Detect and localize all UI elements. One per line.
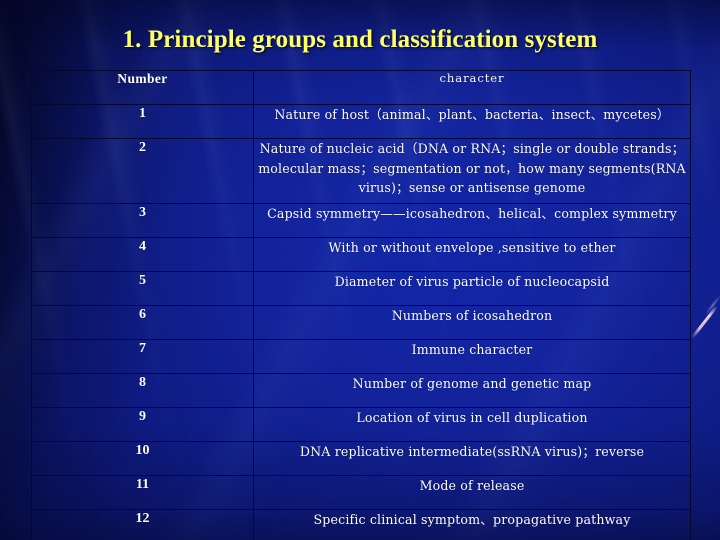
row-number-cell: 2 xyxy=(31,138,254,204)
table-row: 5 Diameter of virus particle of nucleocap… xyxy=(31,271,691,306)
table-row: 3 Capsid symmetry——icosahedron、helical、co… xyxy=(31,203,691,238)
table-row: 7 Immune character xyxy=(31,339,691,374)
table-row: 2 Nature of nucleic acid（DNA or RNA；singl… xyxy=(31,138,691,204)
table-header-row: Number character xyxy=(31,70,691,105)
row-number-cell: 3 xyxy=(31,203,254,238)
presentation-slide: 1. Principle groups and classification s… xyxy=(0,0,720,540)
row-number-cell: 6 xyxy=(31,305,254,340)
row-character-cell: DNA replicative intermediate(ssRNA virus… xyxy=(253,441,691,476)
row-character-cell: Diameter of virus particle of nucleocaps… xyxy=(253,271,691,306)
row-character-cell: Nature of host（animal、plant、bacteria、ins… xyxy=(253,104,691,139)
row-character-cell: Specific clinical symptom、propagative pa… xyxy=(253,509,691,540)
row-character-cell: Location of virus in cell duplication xyxy=(253,407,691,442)
row-number-cell: 12 xyxy=(31,509,254,540)
row-character-cell: With or without envelope ,sensitive to e… xyxy=(253,237,691,272)
row-character-cell: Capsid symmetry——icosahedron、helical、com… xyxy=(253,203,691,238)
row-character-cell: Numbers of icosahedron xyxy=(253,305,691,340)
row-number-cell: 11 xyxy=(31,475,254,510)
table-row: 11 Mode of release xyxy=(31,475,691,510)
row-character-cell: Mode of release xyxy=(253,475,691,510)
row-number-cell: 7 xyxy=(31,339,254,374)
row-number-cell: 4 xyxy=(31,237,254,272)
column-header-character: character xyxy=(253,70,691,105)
row-character-cell: Nature of nucleic acid（DNA or RNA；single… xyxy=(253,138,691,204)
table-row: 8 Number of genome and genetic map xyxy=(31,373,691,408)
row-number-cell: 10 xyxy=(31,441,254,476)
row-number-cell: 5 xyxy=(31,271,254,306)
column-header-number: Number xyxy=(31,70,254,105)
table-body: 1 Nature of host（animal、plant、bacteria、in… xyxy=(31,104,691,540)
table-row: 4 With or without envelope ,sensitive to … xyxy=(31,237,691,272)
table-row: 10 DNA replicative intermediate(ssRNA vir… xyxy=(31,441,691,476)
virus-classification-table: Number character 1 Nature of host（animal、… xyxy=(31,70,691,540)
table-row: 12 Specific clinical symptom、propagative … xyxy=(31,509,691,540)
table-row: 1 Nature of host（animal、plant、bacteria、in… xyxy=(31,104,691,139)
table-row: 9 Location of virus in cell duplication xyxy=(31,407,691,442)
row-character-cell: Immune character xyxy=(253,339,691,374)
row-number-cell: 9 xyxy=(31,407,254,442)
table-row: 6 Numbers of icosahedron xyxy=(31,305,691,340)
row-character-cell: Number of genome and genetic map xyxy=(253,373,691,408)
slide-title: 1. Principle groups and classification s… xyxy=(122,26,598,53)
row-number-cell: 1 xyxy=(31,104,254,139)
row-number-cell: 8 xyxy=(31,373,254,408)
